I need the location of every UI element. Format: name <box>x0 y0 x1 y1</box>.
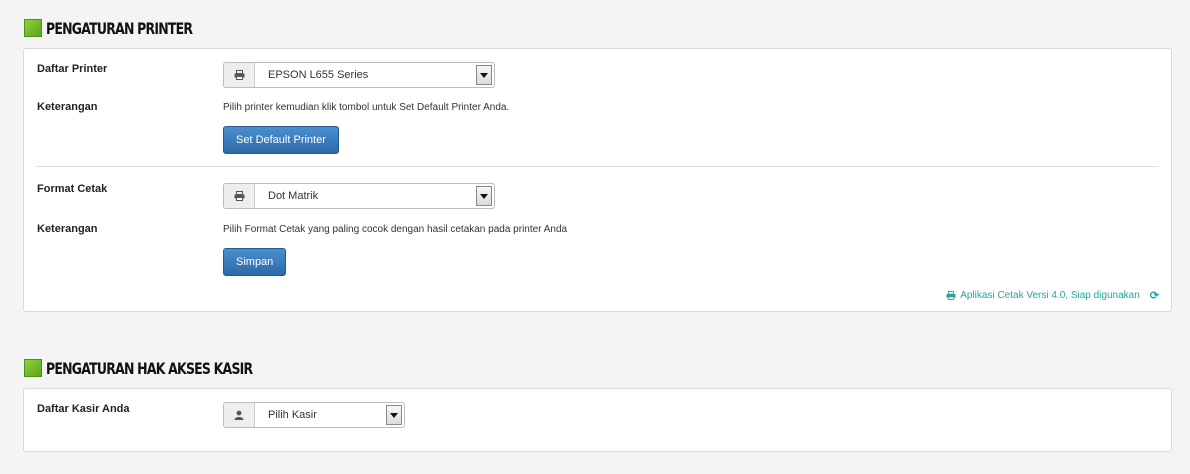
keterangan-label-2: Keterangan <box>37 223 98 235</box>
printer-icon <box>224 184 255 208</box>
printer-icon <box>946 291 956 300</box>
format-cetak-select[interactable]: Dot Matrik <box>223 183 495 209</box>
printer-select-value: EPSON L655 Series <box>268 69 369 81</box>
app-status: Aplikasi Cetak Versi 4.0, Siap digunakan… <box>946 289 1159 302</box>
printer-section-title: Pengaturan Printer <box>24 18 233 38</box>
kasir-settings-panel: Daftar Kasir Anda Pilih Kasir <box>23 388 1172 452</box>
keterangan-text-1: Pilih printer kemudian klik tombol untuk… <box>223 102 510 113</box>
format-cetak-label: Format Cetak <box>37 183 108 195</box>
format-select-value: Dot Matrik <box>268 190 319 202</box>
kasir-section-title-text: Pengaturan Hak Akses Kasir <box>46 358 253 378</box>
set-default-printer-button[interactable]: Set Default Printer <box>223 126 339 154</box>
refresh-icon[interactable]: ⟳ <box>1150 289 1159 302</box>
daftar-kasir-label: Daftar Kasir Anda <box>37 403 130 415</box>
printer-section-title-text: Pengaturan Printer <box>46 18 193 38</box>
printer-icon <box>224 63 255 87</box>
kasir-section-title: Pengaturan Hak Akses Kasir <box>24 358 311 378</box>
keterangan-label-1: Keterangan <box>37 101 98 113</box>
chevron-down-icon[interactable] <box>386 405 402 425</box>
section-marker-icon <box>24 359 42 377</box>
section-marker-icon <box>24 19 42 37</box>
divider <box>36 166 1159 167</box>
chevron-down-icon[interactable] <box>476 186 492 206</box>
simpan-button[interactable]: Simpan <box>223 248 287 276</box>
chevron-down-icon[interactable] <box>476 65 492 85</box>
kasir-select[interactable]: Pilih Kasir <box>223 402 405 428</box>
kasir-select-value: Pilih Kasir <box>268 409 317 421</box>
status-text: Aplikasi Cetak Versi 4.0, Siap digunakan <box>960 290 1140 301</box>
keterangan-text-2: Pilih Format Cetak yang paling cocok den… <box>223 224 568 235</box>
daftar-printer-label: Daftar Printer <box>37 63 108 75</box>
user-icon <box>224 403 255 427</box>
printer-select[interactable]: EPSON L655 Series <box>223 62 495 88</box>
printer-settings-panel: Daftar Printer EPSON L655 Series Keteran… <box>23 48 1172 312</box>
